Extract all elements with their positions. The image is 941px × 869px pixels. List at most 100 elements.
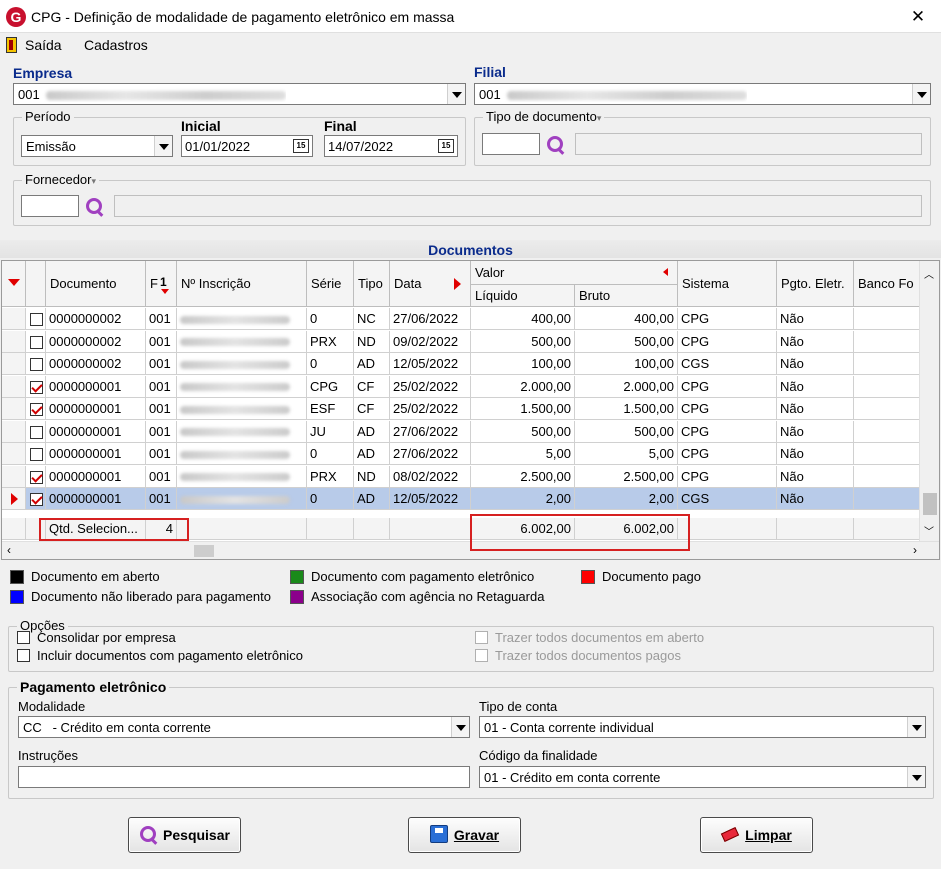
row-indicator[interactable] [2, 308, 26, 330]
limpar-button[interactable]: Limpar [700, 817, 813, 853]
cell-tipo: CF [354, 398, 390, 420]
row-indicator[interactable] [2, 375, 26, 398]
row-indicator[interactable] [2, 420, 26, 443]
row-checkbox[interactable] [30, 425, 43, 439]
row-indicator[interactable] [2, 353, 26, 375]
cell-check[interactable] [26, 375, 46, 398]
empresa-select[interactable]: 001 [13, 83, 466, 105]
chevron-down-icon[interactable] [451, 717, 469, 737]
row-indicator[interactable] [2, 330, 26, 353]
final-date-input[interactable]: 14/07/2022 15 [324, 135, 458, 157]
cell-check[interactable] [26, 420, 46, 443]
finalidade-select[interactable]: 01 - Crédito em conta corrente [479, 766, 926, 788]
chevron-down-icon[interactable] [907, 717, 925, 737]
scroll-right-icon[interactable]: › [913, 543, 917, 557]
cell-tipo: AD [354, 420, 390, 443]
row-checkbox[interactable] [30, 335, 43, 349]
table-row[interactable]: 0000000001 001 CPG CF 25/02/2022 2.000,00 2.00… [2, 375, 920, 398]
cell-serie: PRX [307, 465, 354, 488]
row-indicator[interactable] [2, 488, 26, 510]
row-checkbox[interactable] [30, 470, 43, 484]
chevron-down-icon[interactable] [907, 767, 925, 787]
table-row[interactable]: 0000000001 001 0 AD 27/06/2022 5,00 5,00 CPG Não [2, 443, 920, 465]
cell-serie: 0 [307, 443, 354, 465]
header-f[interactable]: F 1 [146, 261, 177, 307]
cell-check[interactable] [26, 465, 46, 488]
row-checkbox[interactable] [30, 448, 43, 461]
table-row[interactable]: 0000000001 001 ESF CF 25/02/2022 1.500,00 1.50… [2, 398, 920, 420]
search-icon[interactable] [546, 135, 566, 155]
row-checkbox[interactable] [30, 380, 43, 394]
horizontal-scroll-thumb[interactable] [194, 545, 214, 557]
legend-label: Associação com agência no Retaguarda [311, 589, 545, 604]
chevron-down-icon[interactable] [154, 136, 172, 156]
chevron-down-icon[interactable] [447, 84, 465, 104]
tipo-documento-desc [575, 133, 922, 155]
row-indicator[interactable] [2, 398, 26, 420]
header-inscricao[interactable]: Nº Inscrição [177, 261, 307, 307]
modalidade-select[interactable]: CC - Crédito em conta corrente [18, 716, 470, 738]
header-sistema[interactable]: Sistema [678, 261, 777, 307]
header-valor[interactable]: Valor [471, 261, 678, 285]
trazer-aberto-checkbox[interactable] [475, 631, 488, 644]
search-icon[interactable] [85, 197, 105, 217]
calendar-icon[interactable]: 15 [293, 139, 309, 153]
header-liquido[interactable]: Líquido [471, 285, 575, 307]
table-row[interactable]: 0000000001 001 PRX ND 08/02/2022 2.500,00 2.50… [2, 465, 920, 488]
table-row[interactable]: 0000000002 001 0 NC 27/06/2022 400,00 400,00 CP… [2, 308, 920, 330]
header-check[interactable] [26, 261, 46, 307]
scroll-left-icon[interactable]: ‹ [7, 543, 11, 557]
table-row[interactable]: 0000000001 001 JU AD 27/06/2022 500,00 500,00 C… [2, 420, 920, 443]
trazer-pagos-checkbox[interactable] [475, 649, 488, 662]
cell-banco [854, 330, 920, 353]
menu-item-cadastros[interactable]: Cadastros [84, 37, 148, 53]
row-checkbox[interactable] [30, 313, 43, 326]
row-checkbox[interactable] [30, 493, 43, 506]
cell-check[interactable] [26, 353, 46, 375]
header-data[interactable]: Data [390, 261, 471, 307]
menu-item-saida[interactable]: Saída [25, 37, 62, 53]
pesquisar-button[interactable]: Pesquisar [128, 817, 241, 853]
cell-sistema: CPG [678, 308, 777, 330]
cell-check[interactable] [26, 488, 46, 510]
chevron-down-icon[interactable] [912, 84, 930, 104]
consolidar-checkbox[interactable] [17, 631, 30, 644]
sort-desc-icon [161, 289, 169, 294]
table-row[interactable]: 0000000002 001 PRX ND 09/02/2022 500,00 500,00… [2, 330, 920, 353]
header-documento[interactable]: Documento [46, 261, 146, 307]
tipo-conta-select[interactable]: 01 - Conta corrente individual [479, 716, 926, 738]
cell-serie: PRX [307, 330, 354, 353]
table-row[interactable]: 0000000001 001 0 AD 12/05/2022 2,00 2,00 CGS Não [2, 488, 920, 510]
header-banco[interactable]: Banco Fo [854, 261, 920, 307]
cell-check[interactable] [26, 330, 46, 353]
cell-check[interactable] [26, 398, 46, 420]
periodo-select[interactable]: Emissão [21, 135, 173, 157]
header-bruto[interactable]: Bruto [575, 285, 678, 307]
close-button[interactable]: ✕ [895, 0, 941, 33]
row-checkbox[interactable] [30, 358, 43, 371]
fornecedor-code-input[interactable] [21, 195, 79, 217]
scroll-down-icon[interactable]: ﹀ [924, 523, 934, 538]
header-serie[interactable]: Série [307, 261, 354, 307]
vertical-scrollbar[interactable]: ︿ ﹀ [919, 261, 939, 541]
vertical-scroll-thumb[interactable] [923, 493, 937, 515]
incluir-pgto-checkbox[interactable] [17, 649, 30, 662]
header-pgto[interactable]: Pgto. Eletr. [777, 261, 854, 307]
gravar-button[interactable]: Gravar [408, 817, 521, 853]
row-checkbox[interactable] [30, 403, 43, 416]
inicial-date-input[interactable]: 01/01/2022 15 [181, 135, 313, 157]
cell-check[interactable] [26, 308, 46, 330]
row-indicator[interactable] [2, 443, 26, 465]
collapse-left-icon[interactable] [663, 268, 668, 276]
tipo-documento-code-input[interactable] [482, 133, 540, 155]
pagamento-title: Pagamento eletrônico [17, 679, 170, 695]
calendar-icon[interactable]: 15 [438, 139, 454, 153]
row-indicator[interactable] [2, 465, 26, 488]
scroll-up-icon[interactable]: ︿ [924, 266, 934, 281]
cell-check[interactable] [26, 443, 46, 465]
header-tipo[interactable]: Tipo [354, 261, 390, 307]
spacer-row [2, 511, 920, 518]
instrucoes-input[interactable] [18, 766, 470, 788]
filial-select[interactable]: 001 [474, 83, 931, 105]
table-row[interactable]: 0000000002 001 0 AD 12/05/2022 100,00 100,00 CG… [2, 353, 920, 375]
